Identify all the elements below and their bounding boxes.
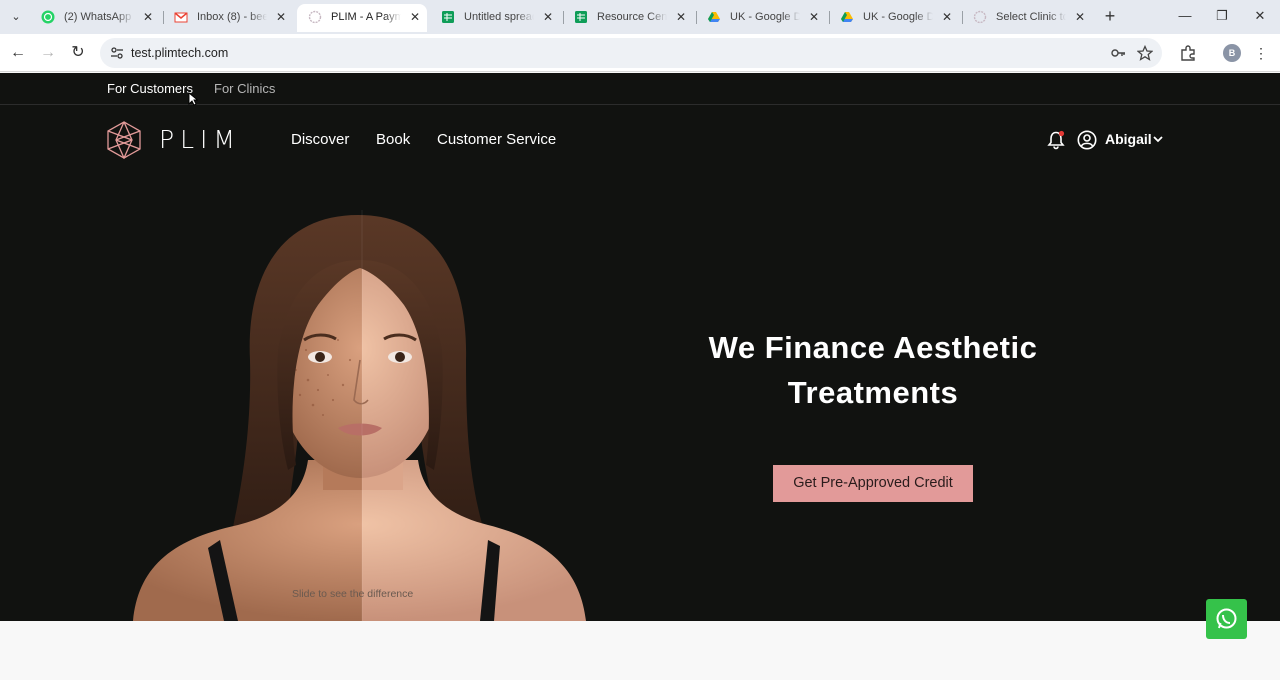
tab-label: UK - Google Drive: [730, 11, 800, 23]
tab-select-clinic[interactable]: Select Clinic to c ✕: [962, 4, 1092, 32]
back-arrow-icon[interactable]: ←: [7, 42, 29, 64]
tab-label: PLIM - A Payment: [331, 11, 401, 23]
close-tab-icon[interactable]: ✕: [809, 4, 819, 30]
plim-icon: [308, 10, 322, 24]
new-tab-plus-icon[interactable]: +: [1100, 6, 1120, 26]
hero-section: For Customers For Clinics PLIM Discover …: [0, 73, 1280, 621]
tab-label: UK - Google Drive: [863, 11, 933, 23]
close-tab-icon[interactable]: ✕: [676, 4, 686, 30]
tab-label: Untitled spreadsheet: [464, 11, 534, 23]
tab-untitled-spreadsheet[interactable]: Untitled spreadsheet ✕: [430, 4, 560, 32]
for-customers-link[interactable]: For Customers: [107, 81, 193, 96]
notification-bell-icon[interactable]: [1046, 130, 1066, 150]
sheets-icon: [442, 11, 454, 23]
page-content: For Customers For Clinics PLIM Discover …: [0, 73, 1280, 680]
drive-icon: [841, 12, 853, 22]
bookmark-star-icon[interactable]: [1137, 45, 1153, 61]
browser-toolbar: ← → ↻ test.plimtech.com B ⋮: [0, 34, 1280, 72]
tab-search-chevron-icon[interactable]: ⌄: [6, 8, 26, 26]
tab-label: Select Clinic to c: [996, 11, 1066, 23]
whatsapp-icon: [1216, 608, 1237, 629]
whatsapp-icon: [41, 10, 55, 24]
more-menu-icon[interactable]: ⋮: [1254, 44, 1268, 62]
sheets-icon: [575, 11, 587, 23]
profile-avatar[interactable]: B: [1223, 44, 1241, 62]
restore-window-icon[interactable]: ❐: [1209, 6, 1235, 26]
tab-uk-drive-1[interactable]: UK - Google Drive ✕: [696, 4, 826, 32]
chevron-down-icon[interactable]: [1152, 133, 1164, 145]
user-menu-name[interactable]: Abigail: [1105, 131, 1152, 147]
tab-uk-drive-2[interactable]: UK - Google Drive ✕: [829, 4, 959, 32]
extensions-puzzle-icon[interactable]: [1179, 44, 1197, 62]
browser-tab-strip: ⌄ (2) WhatsApp ✕ Inbox (8) - beena ✕ PLI…: [0, 0, 1280, 34]
before-after-portrait-slider[interactable]: [128, 210, 588, 621]
for-clinics-link[interactable]: For Clinics: [214, 81, 275, 96]
url-text: test.plimtech.com: [131, 46, 229, 60]
tab-gmail[interactable]: Inbox (8) - beena ✕: [163, 4, 293, 32]
plim-icon: [973, 10, 987, 24]
close-window-icon[interactable]: ✕: [1247, 6, 1273, 26]
nav-discover[interactable]: Discover: [291, 131, 349, 148]
tab-resource-centre[interactable]: Resource Centre ✕: [563, 4, 693, 32]
minimize-icon[interactable]: —: [1172, 6, 1198, 26]
close-tab-icon[interactable]: ✕: [1075, 4, 1085, 30]
whatsapp-chat-button[interactable]: [1206, 599, 1247, 639]
logo-wordmark: PLIM: [159, 125, 241, 154]
close-tab-icon[interactable]: ✕: [942, 4, 952, 30]
mouse-cursor-icon: [188, 92, 198, 106]
get-pre-approved-credit-button[interactable]: Get Pre-Approved Credit: [773, 465, 973, 502]
user-account-icon[interactable]: [1077, 130, 1097, 150]
close-tab-icon[interactable]: ✕: [276, 4, 286, 30]
slider-hint-text: Slide to see the difference: [292, 588, 414, 600]
gmail-icon: [174, 12, 188, 23]
nav-book[interactable]: Book: [376, 131, 410, 148]
close-tab-icon[interactable]: ✕: [410, 4, 420, 30]
hero-title: We Finance Aesthetic Treatments: [708, 330, 1038, 410]
site-settings-icon[interactable]: [109, 45, 125, 61]
plim-logo-mark-icon: [107, 121, 141, 159]
close-tab-icon[interactable]: ✕: [143, 4, 153, 30]
tab-label: Inbox (8) - beena: [197, 11, 267, 23]
notification-dot: [1058, 130, 1065, 137]
tab-whatsapp[interactable]: (2) WhatsApp ✕: [30, 4, 160, 32]
password-key-icon[interactable]: [1110, 45, 1126, 61]
tab-label: (2) WhatsApp: [64, 11, 132, 23]
forward-arrow-icon[interactable]: →: [37, 42, 59, 64]
audience-switcher: For Customers For Clinics: [0, 73, 1280, 106]
drive-icon: [708, 12, 720, 22]
address-bar[interactable]: test.plimtech.com: [100, 38, 1162, 68]
nav-customer-service[interactable]: Customer Service: [437, 131, 556, 148]
close-tab-icon[interactable]: ✕: [543, 4, 553, 30]
tab-label: Resource Centre: [597, 11, 667, 23]
reload-icon[interactable]: ↻: [67, 42, 89, 64]
tab-plim-active[interactable]: PLIM - A Payment ✕: [297, 4, 427, 32]
